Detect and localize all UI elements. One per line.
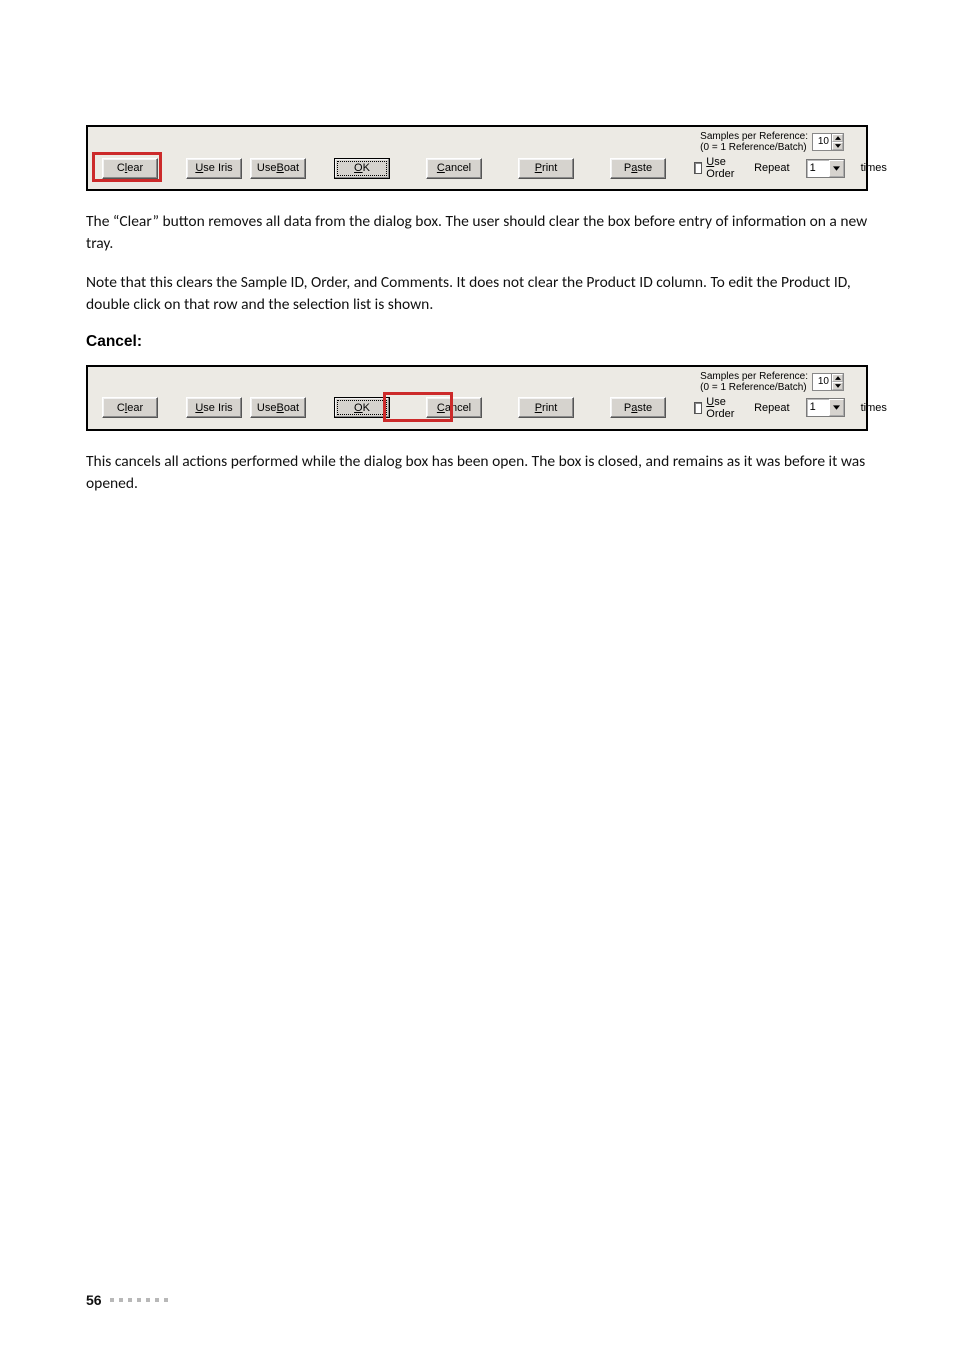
samples-label: Samples per Reference: (0 = 1 Reference/… xyxy=(700,131,808,153)
checkbox-box[interactable] xyxy=(694,162,702,174)
footer-dots-icon xyxy=(110,1298,168,1302)
use-iris-button[interactable]: Use Iris xyxy=(186,158,242,179)
use-boat-button[interactable]: Use Boat xyxy=(250,158,306,179)
times-label: times xyxy=(861,402,887,414)
use-order-checkbox[interactable]: Use Order xyxy=(694,156,738,180)
repeat-combo[interactable]: 1 xyxy=(806,398,845,417)
repeat-label: Repeat xyxy=(754,162,789,174)
page-footer: 56 xyxy=(86,1292,168,1308)
clear-button[interactable]: Clear xyxy=(102,397,158,418)
chevron-down-icon[interactable] xyxy=(829,160,844,177)
use-boat-button[interactable]: Use Boat xyxy=(250,397,306,418)
print-button[interactable]: Print xyxy=(518,397,574,418)
spinner-down-icon[interactable] xyxy=(832,142,843,150)
checkbox-box[interactable] xyxy=(694,402,702,414)
use-order-checkbox[interactable]: Use Order xyxy=(694,396,738,420)
samples-label: Samples per Reference: (0 = 1 Reference/… xyxy=(700,371,808,393)
page-number: 56 xyxy=(86,1292,102,1308)
repeat-value[interactable]: 1 xyxy=(807,160,829,177)
button-row: Clear Use Iris Use Boat OK Cancel Print xyxy=(96,395,858,421)
paragraph-clear-desc-2: Note that this clears the Sample ID, Ord… xyxy=(86,272,868,317)
ok-button[interactable]: OK xyxy=(334,158,390,179)
clear-button[interactable]: Clear xyxy=(102,158,158,179)
chevron-down-icon[interactable] xyxy=(829,399,844,416)
paragraph-clear-desc-1: The “Clear” button removes all data from… xyxy=(86,211,868,256)
cancel-button[interactable]: Cancel xyxy=(426,397,482,418)
button-row: Clear Use Iris Use Boat OK Cancel Print xyxy=(96,155,858,181)
heading-cancel: Cancel: xyxy=(86,333,868,351)
dialog-toolbar-cancel-highlight: Samples per Reference: (0 = 1 Reference/… xyxy=(86,365,868,431)
paste-button[interactable]: Paste xyxy=(610,158,666,179)
ok-button[interactable]: OK xyxy=(334,397,390,418)
samples-per-reference-row: Samples per Reference: (0 = 1 Reference/… xyxy=(96,371,858,393)
spinner-up-icon[interactable] xyxy=(832,134,843,142)
samples-spinner[interactable]: 10 xyxy=(812,373,844,391)
samples-spinner-value[interactable]: 10 xyxy=(813,134,831,150)
samples-spinner-buttons[interactable] xyxy=(831,374,843,390)
samples-per-reference-row: Samples per Reference: (0 = 1 Reference/… xyxy=(96,131,858,153)
samples-spinner-value[interactable]: 10 xyxy=(813,374,831,390)
cancel-button[interactable]: Cancel xyxy=(426,158,482,179)
paste-button[interactable]: Paste xyxy=(610,397,666,418)
print-button[interactable]: Print xyxy=(518,158,574,179)
repeat-combo[interactable]: 1 xyxy=(806,159,845,178)
times-label: times xyxy=(861,162,887,174)
use-iris-button[interactable]: Use Iris xyxy=(186,397,242,418)
spinner-down-icon[interactable] xyxy=(832,382,843,390)
repeat-label: Repeat xyxy=(754,402,789,414)
paragraph-cancel-desc: This cancels all actions performed while… xyxy=(86,451,868,496)
samples-spinner[interactable]: 10 xyxy=(812,133,844,151)
samples-spinner-buttons[interactable] xyxy=(831,134,843,150)
repeat-value[interactable]: 1 xyxy=(807,399,829,416)
dialog-toolbar-clear-highlight: Samples per Reference: (0 = 1 Reference/… xyxy=(86,125,868,191)
spinner-up-icon[interactable] xyxy=(832,374,843,382)
